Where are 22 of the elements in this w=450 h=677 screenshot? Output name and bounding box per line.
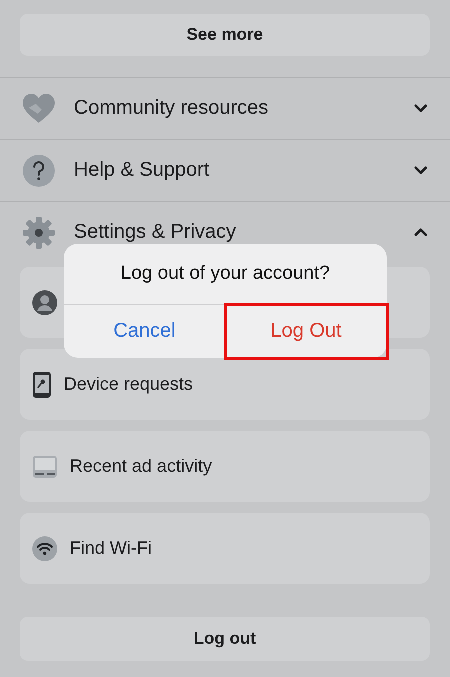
settings-card[interactable]: Recent ad activity [20, 431, 430, 502]
wifi-icon [32, 536, 58, 562]
section-title: Settings & Privacy [74, 221, 238, 244]
menu-section-row[interactable]: Help & Support [0, 139, 450, 201]
settings-item-label: Recent ad activity [70, 456, 212, 477]
section-title: Community resources [74, 97, 270, 120]
settings-item-label: Find Wi-Fi [70, 538, 152, 559]
settings-item-label: Device requests [64, 374, 194, 395]
log-out-button[interactable]: Log out [20, 617, 430, 661]
question-icon [22, 154, 56, 188]
chevron-up-icon [414, 228, 428, 237]
ad-screen-icon [32, 454, 58, 478]
gear-icon [22, 216, 56, 250]
settings-card[interactable]: Find Wi-Fi [20, 513, 430, 584]
chevron-down-icon [414, 104, 428, 113]
section-title: Help & Support [74, 159, 211, 182]
see-more-button[interactable]: See more [20, 14, 430, 56]
dialog-title: Log out of your account? [64, 244, 387, 305]
phone-key-icon [32, 370, 52, 398]
menu-section-row[interactable]: Community resources [0, 77, 450, 139]
chevron-down-icon [414, 166, 428, 175]
profile-icon [32, 290, 58, 316]
